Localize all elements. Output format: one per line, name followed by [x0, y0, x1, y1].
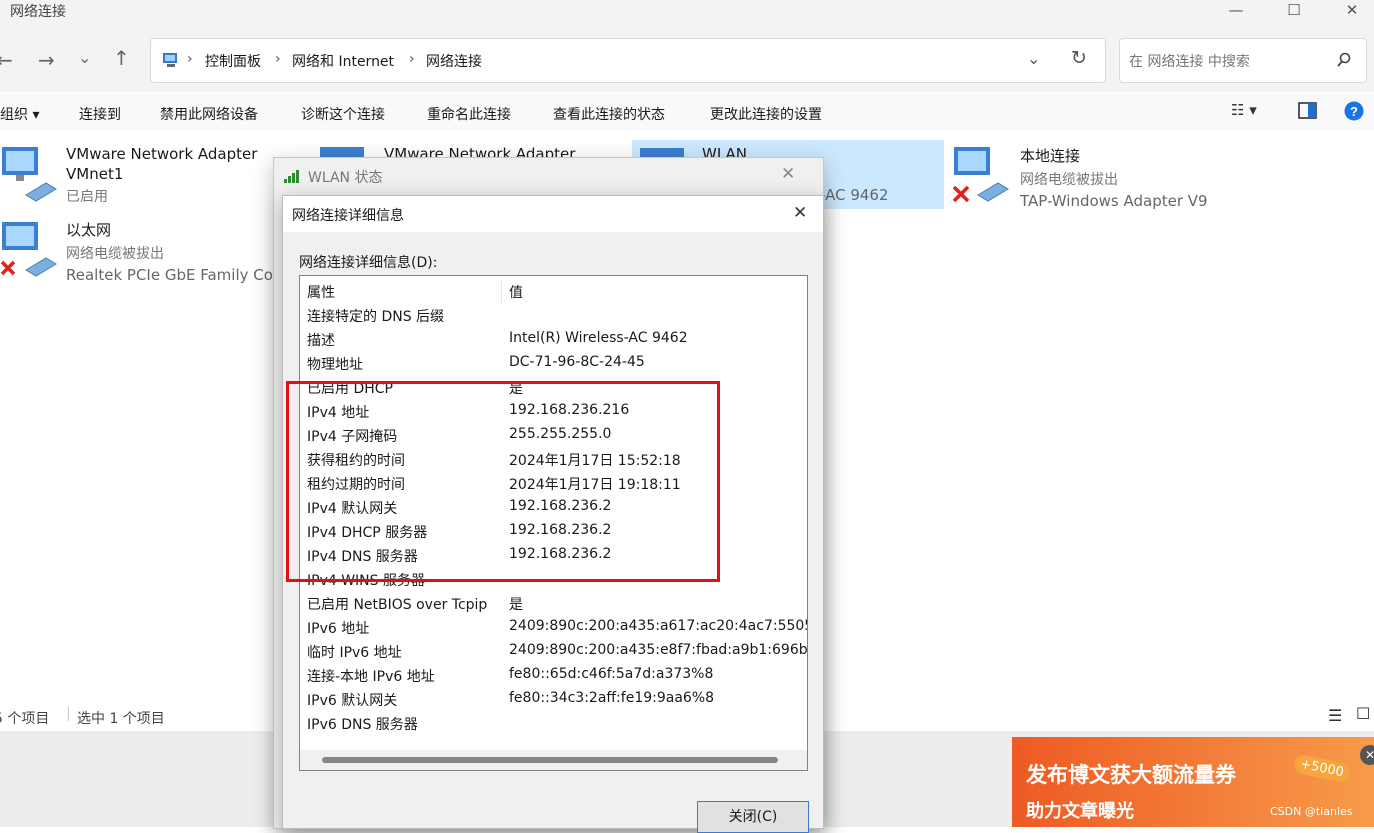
item-device: TAP-Windows Adapter V9	[1020, 192, 1208, 210]
preview-pane-icon[interactable]	[1298, 102, 1318, 120]
property-cell: IPv6 默认网关	[307, 693, 398, 709]
details-list-label: 网络连接详细信息(D):	[299, 255, 438, 271]
refresh-icon[interactable]: ↻	[1071, 47, 1087, 69]
network-adapter-icon[interactable]	[952, 143, 1012, 205]
value-cell: fe80::65d:c46f:5a7d:a373%8	[509, 666, 714, 682]
close-button[interactable]: 关闭(C)	[697, 801, 809, 833]
item-device: Realtek PCIe GbE Family Con	[66, 266, 283, 284]
table-row[interactable]: IPv6 默认网关 fe80::34c3:2aff:fe19:9aa6%8	[300, 687, 807, 711]
promo-line1: 发布博文获大额流量券	[1026, 763, 1236, 787]
property-cell: 物理地址	[307, 357, 363, 373]
up-arrow-icon[interactable]: ↑	[113, 46, 130, 70]
wlan-close-icon[interactable]: ✕	[781, 164, 795, 184]
details-dialog-title: 网络连接详细信息	[292, 208, 404, 224]
back-arrow-icon[interactable]: ←	[0, 48, 13, 72]
promo-line2: 助力文章曝光	[1026, 801, 1134, 822]
breadcrumb-separator-icon: ›	[409, 51, 415, 67]
title-bar: 网络连接 — ☐ ✕	[0, 0, 1374, 26]
diagnose-button[interactable]: 诊断这个连接	[301, 104, 385, 124]
network-adapter-icon[interactable]	[0, 218, 60, 278]
table-row[interactable]: 已启用 NetBIOS over Tcpip 是	[300, 591, 807, 615]
list-item[interactable]: VMware Network Adapter VMnet1 已启用	[66, 145, 257, 206]
watermark: CSDN @tianles	[1270, 805, 1353, 818]
window-title: 网络连接	[10, 4, 66, 20]
property-cell: 临时 IPv6 地址	[307, 645, 402, 661]
property-cell: IPv6 DNS 服务器	[307, 717, 418, 733]
maximize-button[interactable]: ☐	[1272, 0, 1316, 22]
minimize-button[interactable]: —	[1214, 0, 1258, 22]
property-cell: 已启用 NetBIOS over Tcpip	[307, 597, 488, 613]
breadcrumb-network-connections[interactable]: 网络连接	[426, 51, 482, 71]
item-title-line2: VMnet1	[66, 165, 124, 183]
breadcrumb-control-panel[interactable]: 控制面板	[205, 51, 261, 71]
change-settings-button[interactable]: 更改此连接的设置	[710, 104, 822, 124]
value-cell: fe80::34c3:2aff:fe19:9aa6%8	[509, 690, 715, 706]
item-title: 以太网	[66, 221, 112, 239]
breadcrumb-separator-icon: ›	[187, 51, 193, 67]
recent-dropdown-icon[interactable]: ⌄	[78, 48, 91, 67]
network-adapter-icon[interactable]	[0, 143, 60, 203]
address-bar[interactable]: › 控制面板 › 网络和 Internet › 网络连接 ⌄ ↻	[150, 38, 1106, 83]
property-cell: 连接-本地 IPv6 地址	[307, 669, 435, 685]
value-cell: DC-71-96-8C-24-45	[509, 354, 645, 370]
property-cell: IPv6 地址	[307, 621, 370, 637]
property-cell: 连接特定的 DNS 后缀	[307, 309, 445, 325]
item-device: -AC 9462	[820, 186, 889, 204]
control-panel-icon	[163, 53, 177, 67]
status-divider: |	[66, 706, 71, 722]
table-row[interactable]: 连接特定的 DNS 后缀	[300, 303, 807, 327]
view-status-button[interactable]: 查看此连接的状态	[553, 104, 665, 124]
search-box[interactable]: 在 网络连接 中搜索	[1119, 38, 1367, 83]
list-item[interactable]: 以太网 网络电缆被拔出 Realtek PCIe GbE Family Con	[66, 219, 282, 284]
svg-text:?: ?	[1350, 104, 1358, 119]
item-status: 网络电缆被拔出	[1020, 172, 1118, 188]
rename-button[interactable]: 重命名此连接	[427, 104, 511, 124]
list-header: 属性 值	[300, 279, 807, 303]
organize-menu[interactable]: 组织 ▾	[0, 104, 39, 124]
address-dropdown-icon[interactable]: ⌄	[1027, 49, 1040, 68]
value-cell: 2409:890c:200:a435:a617:ac20:4ac7:5505	[509, 618, 808, 634]
help-icon[interactable]: ?	[1344, 101, 1364, 121]
wifi-signal-icon	[284, 170, 299, 183]
item-status: 网络电缆被拔出	[66, 246, 164, 262]
scrollbar-thumb[interactable]	[322, 757, 778, 763]
item-status: 已启用	[66, 189, 108, 205]
disable-device-button[interactable]: 禁用此网络设备	[160, 104, 258, 124]
forward-arrow-icon[interactable]: →	[38, 48, 55, 72]
breadcrumb-separator-icon: ›	[275, 51, 281, 67]
table-row[interactable]: 描述 Intel(R) Wireless-AC 9462	[300, 327, 807, 351]
search-placeholder: 在 网络连接 中搜索	[1129, 54, 1250, 70]
horizontal-scrollbar[interactable]	[300, 750, 807, 770]
details-view-icon[interactable]: ☰	[1328, 706, 1342, 725]
table-row[interactable]: IPv6 DNS 服务器	[300, 711, 807, 735]
breadcrumb-network-internet[interactable]: 网络和 Internet	[292, 51, 394, 71]
details-close-icon[interactable]: ✕	[793, 203, 807, 223]
header-value[interactable]: 值	[509, 282, 523, 302]
highlight-annotation	[286, 381, 720, 582]
selected-count: 选中 1 个项目	[77, 711, 165, 727]
promo-banner[interactable]: 发布博文获大额流量券 助力文章曝光 +5000 CSDN @tianles ✕	[1012, 737, 1374, 827]
promo-close-icon[interactable]: ✕	[1360, 745, 1374, 765]
table-row[interactable]: 临时 IPv6 地址 2409:890c:200:a435:e8f7:fbad:a…	[300, 639, 807, 663]
value-cell: Intel(R) Wireless-AC 9462	[509, 330, 688, 346]
column-divider[interactable]	[501, 281, 502, 303]
connect-to-button[interactable]: 连接到	[79, 104, 121, 124]
view-options-icon[interactable]: ☷ ▾	[1231, 101, 1257, 119]
table-row[interactable]: 物理地址 DC-71-96-8C-24-45	[300, 351, 807, 375]
search-icon[interactable]	[1336, 52, 1352, 68]
close-window-button[interactable]: ✕	[1330, 0, 1374, 22]
header-property[interactable]: 属性	[307, 282, 335, 302]
item-count: 5 个项目	[0, 711, 50, 727]
list-item[interactable]: 本地连接 网络电缆被拔出 TAP-Windows Adapter V9	[1020, 145, 1208, 210]
item-title: 本地连接	[1020, 147, 1081, 165]
promo-badge: +5000	[1292, 753, 1352, 784]
value-cell: 是	[509, 597, 523, 613]
item-title: VMware Network Adapter	[66, 145, 258, 163]
property-cell: 描述	[307, 333, 335, 349]
value-cell: 2409:890c:200:a435:e8f7:fbad:a9b1:696b	[509, 642, 808, 658]
wlan-dialog-title: WLAN 状态	[308, 170, 383, 186]
large-icons-view-icon[interactable]: ☐	[1356, 704, 1370, 723]
table-row[interactable]: IPv6 地址 2409:890c:200:a435:a617:ac20:4ac7…	[300, 615, 807, 639]
table-row[interactable]: 连接-本地 IPv6 地址 fe80::65d:c46f:5a7d:a373%8	[300, 663, 807, 687]
